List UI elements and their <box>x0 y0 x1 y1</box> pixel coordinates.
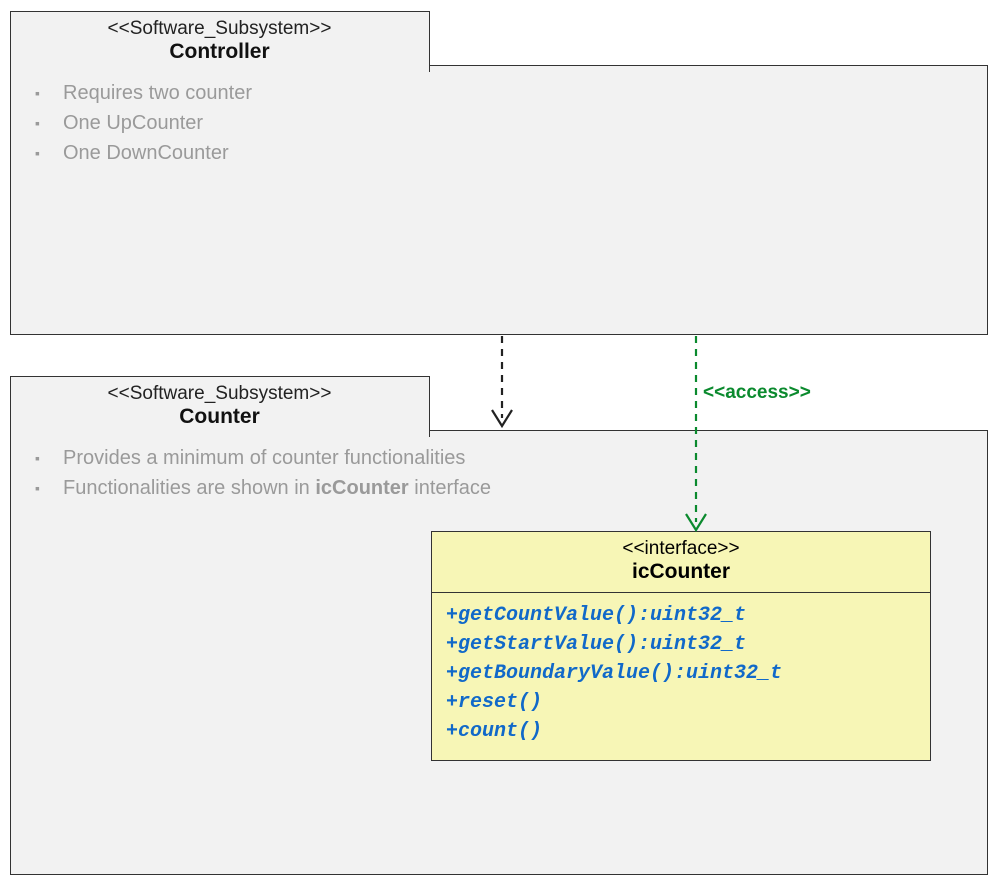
operation: +getBoundaryValue():uint32_t <box>446 659 916 688</box>
interface-header: <<interface>> icCounter <box>432 532 930 593</box>
text-bold: icCounter <box>315 477 408 499</box>
interface-operations: +getCountValue():uint32_t +getStartValue… <box>432 593 930 760</box>
diagram-canvas: <<Software_Subsystem>> Controller Requir… <box>10 10 990 880</box>
list-item: One DownCounter <box>27 138 971 168</box>
dependency-arrow-controller-to-counter <box>492 336 512 426</box>
controller-name: Controller <box>35 40 405 64</box>
counter-body: Provides a minimum of counter functional… <box>11 431 987 519</box>
counter-name: Counter <box>35 405 405 429</box>
list-item: Requires two counter <box>27 78 971 108</box>
text: Functionalities are shown in <box>63 477 315 499</box>
operation: +reset() <box>446 688 916 717</box>
controller-bullets: Requires two counter One UpCounter One D… <box>27 78 971 168</box>
interface-name: icCounter <box>440 560 922 584</box>
package-controller: <<Software_Subsystem>> Controller Requir… <box>10 65 988 335</box>
operation: +count() <box>446 717 916 746</box>
package-controller-tab: <<Software_Subsystem>> Controller <box>10 11 430 72</box>
list-item: Functionalities are shown in icCounter i… <box>27 473 971 503</box>
counter-bullets: Provides a minimum of counter functional… <box>27 443 971 503</box>
package-counter: <<Software_Subsystem>> Counter Provides … <box>10 430 988 875</box>
list-item: One UpCounter <box>27 108 971 138</box>
operation: +getStartValue():uint32_t <box>446 630 916 659</box>
package-counter-tab: <<Software_Subsystem>> Counter <box>10 376 430 437</box>
controller-stereotype: <<Software_Subsystem>> <box>35 18 405 40</box>
counter-stereotype: <<Software_Subsystem>> <box>35 383 405 405</box>
text: interface <box>409 477 491 499</box>
list-item: Provides a minimum of counter functional… <box>27 443 971 473</box>
interface-stereotype: <<interface>> <box>440 538 922 560</box>
interface-iccounter: <<interface>> icCounter +getCountValue()… <box>431 531 931 761</box>
access-label: <<access>> <box>703 382 811 404</box>
controller-body: Requires two counter One UpCounter One D… <box>11 66 987 184</box>
operation: +getCountValue():uint32_t <box>446 601 916 630</box>
